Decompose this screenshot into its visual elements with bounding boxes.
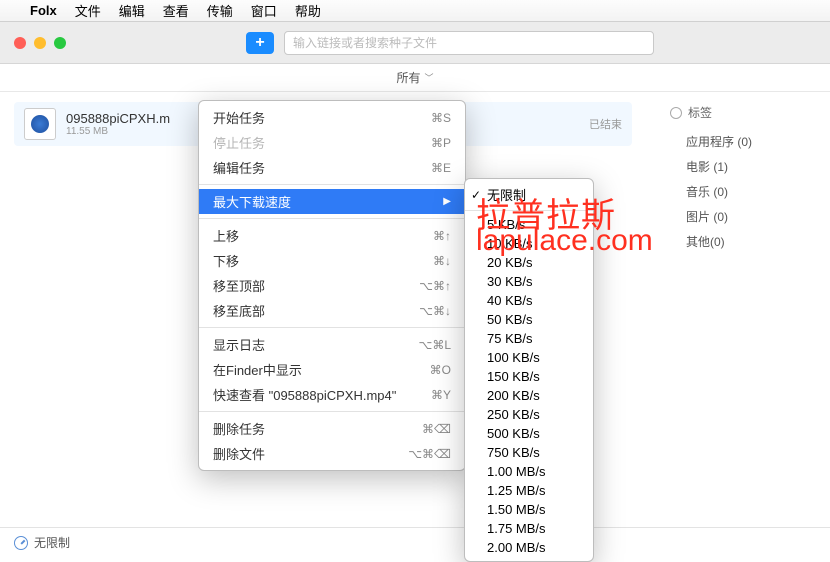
menu-item[interactable]: 移至底部⌥⌘↓ xyxy=(199,298,465,323)
sidebar-heading[interactable]: 标签 xyxy=(670,104,820,121)
menu-item[interactable]: 开始任务⌘S xyxy=(199,105,465,130)
speed-option[interactable]: 250 KB/s xyxy=(465,405,593,424)
speed-option[interactable]: 40 KB/s xyxy=(465,291,593,310)
speed-option[interactable]: 500 KB/s xyxy=(465,424,593,443)
sidebar-item-movies[interactable]: 电影 (1) xyxy=(670,154,820,179)
menu-separator xyxy=(465,210,593,211)
speed-option[interactable]: 30 KB/s xyxy=(465,272,593,291)
menu-separator xyxy=(199,411,465,412)
context-menu: 开始任务⌘S停止任务⌘P编辑任务⌘E 最大下载速度▶ 上移⌘↑下移⌘↓移至顶部⌥⌘↑… xyxy=(198,100,466,471)
speed-option[interactable]: 1.75 MB/s xyxy=(465,519,593,538)
menu-item[interactable]: 删除文件⌥⌘⌫ xyxy=(199,441,465,466)
speed-option[interactable]: 2.00 MB/s xyxy=(465,538,593,557)
speed-submenu: 无限制 5 KB/s10 KB/s20 KB/s30 KB/s40 KB/s50 … xyxy=(464,178,594,562)
speed-option[interactable]: 150 KB/s xyxy=(465,367,593,386)
sidebar-item-pictures[interactable]: 图片 (0) xyxy=(670,204,820,229)
menu-item[interactable]: 下移⌘↓ xyxy=(199,248,465,273)
speed-option[interactable]: 无限制 xyxy=(465,183,593,206)
sidebar: 标签 应用程序 (0) 电影 (1) 音乐 (0) 图片 (0) 其他(0) xyxy=(660,92,830,527)
system-menubar: Folx 文件 编辑 查看 传输 窗口 帮助 xyxy=(0,0,830,22)
chevron-down-icon: ﹀ xyxy=(425,71,434,84)
download-status: 已结束 xyxy=(589,116,622,132)
window-controls xyxy=(14,37,66,49)
menu-window[interactable]: 窗口 xyxy=(251,1,277,20)
sidebar-item-music[interactable]: 音乐 (0) xyxy=(670,179,820,204)
zoom-icon[interactable] xyxy=(54,37,66,49)
speed-option[interactable]: 750 KB/s xyxy=(465,443,593,462)
search-input[interactable]: 输入链接或者搜索种子文件 xyxy=(284,31,654,55)
radio-icon xyxy=(670,107,682,119)
menu-separator xyxy=(199,327,465,328)
speed-option[interactable]: 75 KB/s xyxy=(465,329,593,348)
speed-option[interactable]: 20 KB/s xyxy=(465,253,593,272)
sidebar-item-apps[interactable]: 应用程序 (0) xyxy=(670,129,820,154)
menu-transfer[interactable]: 传输 xyxy=(207,1,233,20)
menu-separator xyxy=(199,218,465,219)
menu-item[interactable]: 删除任务⌘⌫ xyxy=(199,416,465,441)
menu-edit[interactable]: 编辑 xyxy=(119,1,145,20)
file-icon xyxy=(24,108,56,140)
menu-item[interactable]: 移至顶部⌥⌘↑ xyxy=(199,273,465,298)
filter-label: 所有 xyxy=(396,69,420,86)
sidebar-item-other[interactable]: 其他(0) xyxy=(670,229,820,254)
menu-separator xyxy=(199,184,465,185)
speed-option[interactable]: 1.00 MB/s xyxy=(465,462,593,481)
menu-help[interactable]: 帮助 xyxy=(295,1,321,20)
speed-option[interactable]: 1.25 MB/s xyxy=(465,481,593,500)
menu-item[interactable]: 在Finder中显示⌘O xyxy=(199,357,465,382)
minimize-icon[interactable] xyxy=(34,37,46,49)
close-icon[interactable] xyxy=(14,37,26,49)
menu-item[interactable]: 最大下载速度▶ xyxy=(199,189,465,214)
footer-speed: 无限制 xyxy=(34,534,70,551)
speed-option[interactable]: 50 KB/s xyxy=(465,310,593,329)
filter-bar[interactable]: 所有 ﹀ xyxy=(0,64,830,92)
menu-item: 停止任务⌘P xyxy=(199,130,465,155)
status-bar: 无限制 xyxy=(0,527,830,557)
speed-option[interactable]: 1.50 MB/s xyxy=(465,500,593,519)
menu-item[interactable]: 快速查看 "095888piCPXH.mp4"⌘Y xyxy=(199,382,465,407)
menu-item[interactable]: 上移⌘↑ xyxy=(199,223,465,248)
menu-item[interactable]: 显示日志⌥⌘L xyxy=(199,332,465,357)
app-name[interactable]: Folx xyxy=(30,3,57,18)
add-button[interactable]: + xyxy=(246,32,274,54)
window-toolbar: + 输入链接或者搜索种子文件 xyxy=(0,22,830,64)
speed-option[interactable]: 100 KB/s xyxy=(465,348,593,367)
menu-file[interactable]: 文件 xyxy=(75,1,101,20)
menu-item[interactable]: 编辑任务⌘E xyxy=(199,155,465,180)
menu-view[interactable]: 查看 xyxy=(163,1,189,20)
speed-option[interactable]: 200 KB/s xyxy=(465,386,593,405)
speed-option[interactable]: 5 KB/s xyxy=(465,215,593,234)
speed-option[interactable]: 10 KB/s xyxy=(465,234,593,253)
gauge-icon[interactable] xyxy=(14,536,28,550)
